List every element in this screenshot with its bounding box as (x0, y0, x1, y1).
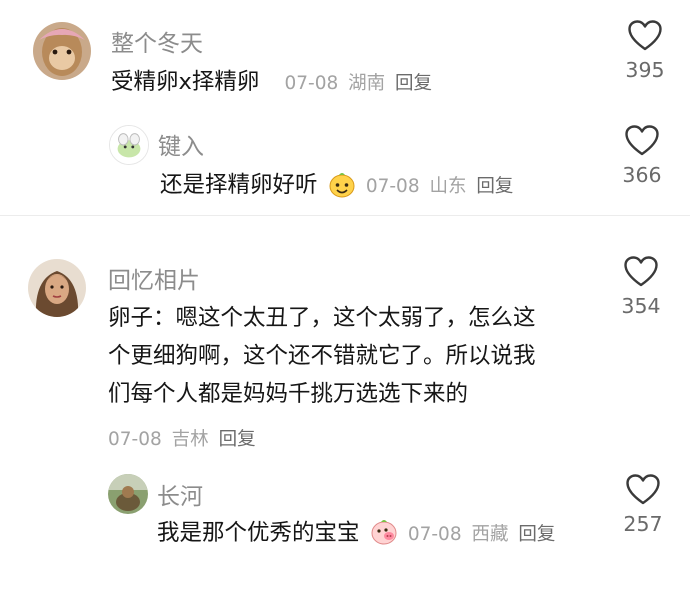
reply-location: 西藏 (471, 524, 509, 545)
comment-body-line: 们每个人都是妈妈千挑万选选下来的 (108, 381, 469, 407)
comment-body-line: 卵子：嗯这个太丑了，这个太弱了，怎么这 (108, 305, 536, 331)
comment-date: 07-08 (284, 73, 339, 94)
comment-date: 07-08 (108, 429, 162, 450)
avatar[interactable] (108, 474, 148, 514)
heart-icon (628, 20, 662, 51)
comment-body-line: 个更细狗啊，这个还不错就它了。所以说我 (108, 343, 536, 369)
heart-icon (626, 474, 660, 505)
heart-icon (625, 125, 659, 156)
comment-meta: 07-08 吉林 回复 (108, 425, 260, 451)
reply-button[interactable]: 回复 (518, 524, 555, 545)
reply-button[interactable]: 回复 (476, 176, 513, 197)
comment-meta: 07-08 湖南 回复 (284, 73, 436, 94)
avatar[interactable] (109, 125, 149, 165)
reply-body: 我是那个优秀的宝宝 (157, 520, 360, 546)
like-button[interactable]: 366 (612, 125, 672, 187)
comment-text: 卵子：嗯这个太丑了，这个太弱了，怎么这 个更细狗啊，这个还不错就它了。所以说我 … (108, 299, 536, 413)
smiling-face-emoji (329, 173, 355, 198)
comment-username[interactable]: 整个冬天 (111, 24, 203, 58)
comment-location: 吉林 (171, 429, 209, 450)
reply-text: 我是那个优秀的宝宝 07-08 西藏 回复 (157, 514, 559, 554)
reply-date: 07-08 (365, 176, 420, 197)
reply-username[interactable]: 长河 (157, 477, 203, 511)
like-button[interactable]: 257 (613, 474, 673, 536)
comment-body: 受精卵x择精卵 (111, 69, 260, 95)
reply-location: 山东 (429, 176, 467, 197)
avatar[interactable] (33, 22, 91, 80)
like-button[interactable]: 354 (611, 256, 671, 318)
reply-meta: 07-08 山东 回复 (366, 176, 518, 197)
comment-text: 受精卵x择精卵 07-08 湖南 回复 (111, 63, 436, 103)
reply-username[interactable]: 键入 (158, 127, 204, 161)
like-count: 366 (622, 163, 662, 187)
heart-icon (624, 256, 658, 287)
like-count: 257 (623, 512, 663, 536)
like-count: 395 (625, 58, 665, 82)
reply-button[interactable]: 回复 (219, 429, 256, 450)
reply-text: 还是择精卵好听 07-08 山东 回复 (160, 166, 517, 206)
like-button[interactable]: 395 (615, 20, 675, 82)
comment-username[interactable]: 回忆相片 (108, 261, 200, 295)
reply-button[interactable]: 回复 (395, 73, 432, 94)
reply-body: 还是择精卵好听 (160, 172, 318, 198)
divider (0, 215, 690, 216)
pig-face-emoji (371, 520, 397, 545)
comment-location: 湖南 (348, 73, 386, 94)
avatar[interactable] (28, 259, 86, 317)
reply-date: 07-08 (407, 524, 462, 545)
like-count: 354 (621, 294, 661, 318)
reply-meta: 07-08 西藏 回复 (408, 524, 560, 545)
